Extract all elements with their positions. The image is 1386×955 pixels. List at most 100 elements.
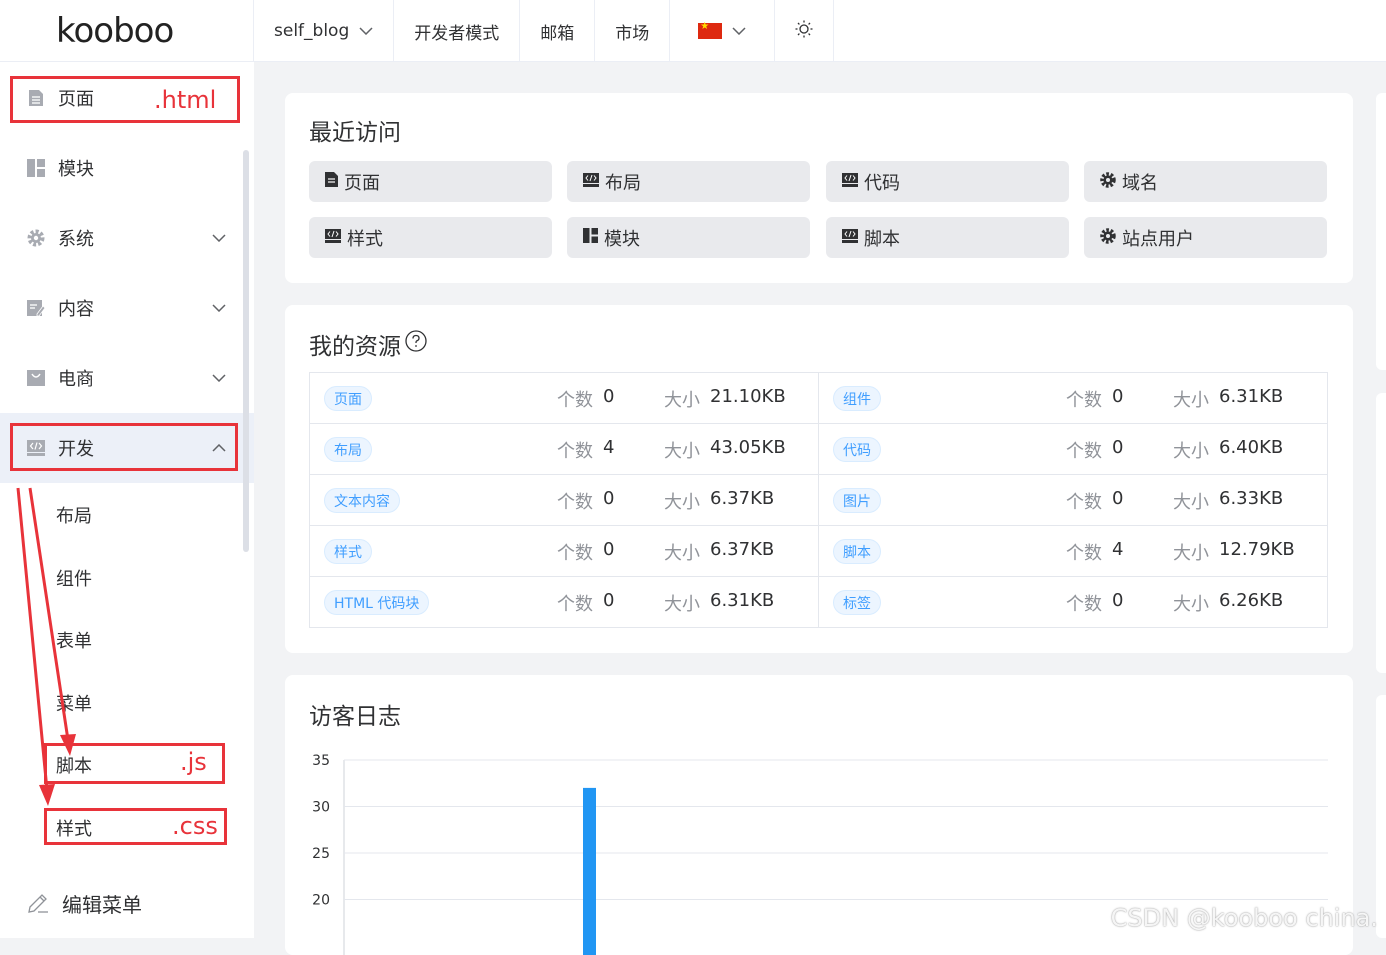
gear-icon <box>26 228 46 248</box>
count-value: 0 <box>603 539 614 560</box>
code-icon <box>583 173 599 191</box>
code-icon <box>842 173 858 191</box>
resource-tag[interactable]: 脚本 <box>833 539 881 564</box>
count-label: 个数 <box>557 437 593 463</box>
size-label: 大小 <box>1173 488 1209 514</box>
size-label: 大小 <box>664 539 700 565</box>
developer-mode-link[interactable]: 开发者模式 <box>394 0 520 62</box>
y-tick-label: 20 <box>312 893 330 909</box>
count-value: 4 <box>1112 539 1123 560</box>
recent-item-label: 布局 <box>605 169 641 195</box>
resource-tag[interactable]: 标签 <box>833 590 881 615</box>
resource-tag[interactable]: 文本内容 <box>324 488 400 513</box>
resource-tag[interactable]: HTML 代码块 <box>324 590 429 615</box>
resource-tag[interactable]: 组件 <box>833 386 881 411</box>
y-tick-label: 35 <box>312 753 330 769</box>
size-value: 6.31KB <box>1219 386 1283 407</box>
size-value: 6.37KB <box>710 539 774 560</box>
sidebar-scrollbar[interactable] <box>243 150 249 552</box>
sidebar-item-label: 模块 <box>58 155 94 181</box>
top-nav: self_blog 开发者模式 邮箱 市场 <box>254 0 834 62</box>
resource-tag[interactable]: 页面 <box>324 386 372 411</box>
market-label: 市场 <box>615 19 649 44</box>
recent-item-code[interactable]: 代码 <box>826 161 1069 202</box>
csdn-watermark: CSDN @kooboo china. <box>1111 904 1378 932</box>
recent-item-label: 模块 <box>604 225 640 251</box>
right-panel-fragment <box>1376 93 1386 370</box>
sidebar-item-label: 系统 <box>58 225 94 251</box>
recent-item-label: 页面 <box>344 169 380 195</box>
language-selector[interactable] <box>670 0 775 62</box>
recent-item-label: 站点用户 <box>1122 225 1194 251</box>
size-value: 6.26KB <box>1219 590 1283 611</box>
sidebar-item-ecommerce[interactable]: 电商 <box>0 353 240 403</box>
right-panel-fragment <box>1376 393 1386 673</box>
count-label: 个数 <box>1066 539 1102 565</box>
chart-bar[interactable] <box>583 788 596 955</box>
count-value: 0 <box>603 488 614 509</box>
resource-tag[interactable]: 图片 <box>833 488 881 513</box>
theme-toggle[interactable] <box>775 0 834 62</box>
my-resources-card: 我的资源 页面个数0大小21.10KB组件个数0大小6.31KB布局个数4大小4… <box>285 305 1353 653</box>
recent-item-modules[interactable]: 模块 <box>567 217 810 258</box>
mailbox-link[interactable]: 邮箱 <box>520 0 595 62</box>
recent-item-site-users[interactable]: 站点用户 <box>1084 217 1327 258</box>
resource-tag[interactable]: 样式 <box>324 539 372 564</box>
annotation-box-develop <box>10 423 238 471</box>
edit-pencil-icon <box>26 891 50 915</box>
sidebar-item-system[interactable]: 系统 <box>0 213 240 263</box>
count-value: 0 <box>603 386 614 407</box>
count-value: 0 <box>603 590 614 611</box>
right-panel-fragment <box>1376 695 1386 938</box>
resource-tag[interactable]: 布局 <box>324 437 372 462</box>
count-label: 个数 <box>557 386 593 412</box>
resource-tag[interactable]: 代码 <box>833 437 881 462</box>
count-value: 0 <box>1112 386 1123 407</box>
chevron-down-icon <box>212 370 226 386</box>
china-flag-icon <box>698 23 722 39</box>
help-circle-icon[interactable] <box>405 330 427 358</box>
site-selector[interactable]: self_blog <box>254 0 394 62</box>
y-tick-label: 25 <box>312 846 330 862</box>
count-label: 个数 <box>1066 437 1102 463</box>
chevron-down-icon <box>732 24 746 38</box>
recent-item-label: 代码 <box>864 169 900 195</box>
annotation-html: .html <box>154 86 216 114</box>
chevron-down-icon <box>212 230 226 246</box>
sidebar-item-label: 电商 <box>58 365 94 391</box>
size-value: 6.31KB <box>710 590 774 611</box>
recent-item-style[interactable]: 样式 <box>309 217 552 258</box>
recent-item-script[interactable]: 脚本 <box>826 217 1069 258</box>
recent-item-label: 域名 <box>1122 169 1158 195</box>
size-label: 大小 <box>664 590 700 616</box>
recent-item-layout[interactable]: 布局 <box>567 161 810 202</box>
gear-icon <box>1100 228 1116 248</box>
kooboo-logo[interactable]: kooboo <box>0 0 254 62</box>
y-tick-label: 30 <box>312 800 330 816</box>
count-label: 个数 <box>1066 590 1102 616</box>
count-label: 个数 <box>1066 386 1102 412</box>
recent-item-label: 脚本 <box>864 225 900 251</box>
edit-menu-button[interactable]: 编辑菜单 <box>0 878 240 928</box>
count-label: 个数 <box>557 488 593 514</box>
table-row: 布局个数4大小43.05KB代码个数0大小6.40KB <box>310 424 1327 475</box>
sidebar-item-content[interactable]: 内容 <box>0 283 240 333</box>
code-icon <box>842 229 858 247</box>
count-value: 4 <box>603 437 614 458</box>
my-resources-title: 我的资源 <box>309 327 401 361</box>
sidebar-item-modules[interactable]: 模块 <box>0 143 240 193</box>
recent-item-pages[interactable]: 页面 <box>309 161 552 202</box>
annotation-css: .css <box>172 812 218 840</box>
count-value: 0 <box>1112 590 1123 611</box>
code-icon <box>325 229 341 247</box>
mailbox-label: 邮箱 <box>540 19 574 44</box>
top-bar: kooboo self_blog 开发者模式 邮箱 市场 <box>0 0 1386 62</box>
recent-visits-title: 最近访问 <box>309 113 401 147</box>
chevron-down-icon <box>212 300 226 316</box>
count-value: 0 <box>1112 488 1123 509</box>
sun-icon <box>795 20 813 43</box>
market-link[interactable]: 市场 <box>595 0 670 62</box>
size-label: 大小 <box>1173 437 1209 463</box>
annotation-js: .js <box>180 748 207 776</box>
recent-item-domain[interactable]: 域名 <box>1084 161 1327 202</box>
